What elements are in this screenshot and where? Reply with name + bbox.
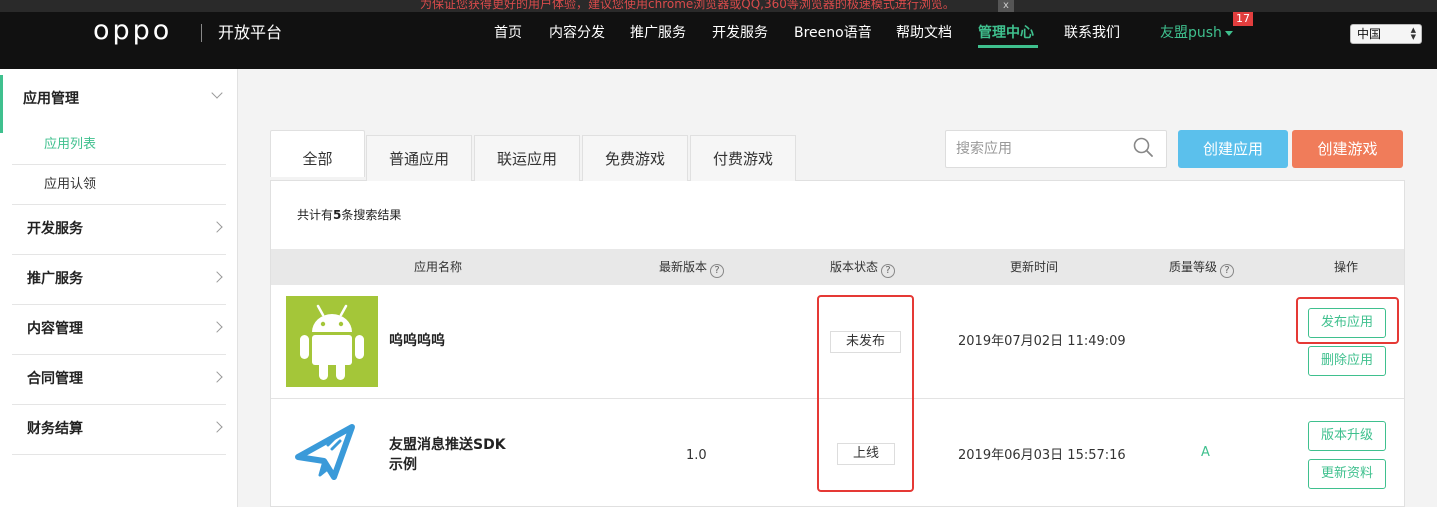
help-icon[interactable]: ? xyxy=(710,264,725,278)
column-header-version: 最新版本? xyxy=(659,260,725,278)
column-header-app-name: 应用名称 xyxy=(414,260,463,274)
status-highlight-box xyxy=(817,295,914,492)
nav-active-underline xyxy=(978,45,1038,48)
chevron-right-icon xyxy=(211,221,223,233)
nav-breeno[interactable]: Breeno语音 xyxy=(794,24,872,42)
select-arrows-icon: ▲ ▼ xyxy=(1410,26,1416,41)
result-prefix: 共计有 xyxy=(297,208,334,222)
upgrade-version-button[interactable]: 版本升级 xyxy=(1308,421,1386,451)
region-select[interactable]: 中国 ▲ ▼ xyxy=(1350,24,1422,44)
sidebar-group-label: 财务结算 xyxy=(27,421,83,437)
column-header-actions: 操作 xyxy=(1334,260,1359,274)
update-time: 2019年06月03日 15:57:16 xyxy=(958,448,1126,463)
region-value: 中国 xyxy=(1357,27,1382,41)
sidebar-group-label: 合同管理 xyxy=(27,371,83,387)
app-name-continued[interactable]: 示例 xyxy=(389,456,417,475)
sidebar-group-label: 内容管理 xyxy=(27,321,83,337)
push-menu-label: 友盟push xyxy=(1160,25,1222,41)
notification-badge: 17 xyxy=(1233,12,1253,26)
paper-plane-icon xyxy=(295,424,355,480)
platform-title[interactable]: 开放平台 xyxy=(218,23,282,43)
sidebar-group-label: 开发服务 xyxy=(27,221,83,237)
update-time: 2019年07月02日 11:49:09 xyxy=(958,334,1126,349)
help-icon[interactable]: ? xyxy=(881,264,896,278)
sidebar-divider xyxy=(12,164,226,165)
sidebar-group-promotion[interactable]: 推广服务 xyxy=(0,255,238,305)
sidebar-divider xyxy=(12,454,226,455)
update-info-button[interactable]: 更新资料 xyxy=(1308,459,1386,489)
sidebar-group-label: 应用管理 xyxy=(23,91,79,107)
chevron-right-icon xyxy=(211,321,223,333)
quality-grade: A xyxy=(1201,445,1210,460)
android-robot-icon xyxy=(300,304,364,380)
chevron-right-icon xyxy=(211,371,223,383)
chevron-down-icon xyxy=(211,87,223,99)
result-count: 共计有5条搜索结果 xyxy=(297,207,401,223)
chevron-right-icon xyxy=(211,271,223,283)
sidebar-group-dev-services[interactable]: 开发服务 xyxy=(0,205,238,255)
top-header: 为保证您获得更好的用户体验，建议您使用chrome浏览器或QQ,360等浏览器的… xyxy=(0,0,1437,69)
sidebar-group-contract[interactable]: 合同管理 xyxy=(0,355,238,405)
browser-notice-text: 为保证您获得更好的用户体验，建议您使用chrome浏览器或QQ,360等浏览器的… xyxy=(420,0,955,11)
notice-close-button[interactable]: x xyxy=(998,0,1014,12)
nav-content-distribution[interactable]: 内容分发 xyxy=(549,24,605,42)
nav-help-docs[interactable]: 帮助文档 xyxy=(896,24,952,42)
nav-dev-services[interactable]: 开发服务 xyxy=(712,24,768,42)
create-app-button[interactable]: 创建应用 xyxy=(1178,130,1288,168)
tab-free-games[interactable]: 免费游戏 xyxy=(582,135,688,181)
app-name[interactable]: 呜呜呜呜 xyxy=(389,332,445,351)
nav-contact[interactable]: 联系我们 xyxy=(1064,24,1120,42)
search-icon[interactable] xyxy=(1133,137,1153,157)
column-header-status: 版本状态? xyxy=(830,260,896,278)
push-menu[interactable]: 友盟push xyxy=(1160,24,1233,42)
logo-divider xyxy=(201,24,202,42)
sidebar-group-app-management[interactable]: 应用管理 xyxy=(0,75,238,125)
tab-paid-games[interactable]: 付费游戏 xyxy=(690,135,796,181)
sidebar-group-finance[interactable]: 财务结算 xyxy=(0,405,238,455)
nav-management-center[interactable]: 管理中心 xyxy=(978,24,1034,42)
sidebar-group-label: 推广服务 xyxy=(27,271,83,287)
tab-normal-apps[interactable]: 普通应用 xyxy=(366,135,472,181)
caret-down-icon xyxy=(1224,30,1233,36)
browser-notice-bar: 为保证您获得更好的用户体验，建议您使用chrome浏览器或QQ,360等浏览器的… xyxy=(0,0,1437,12)
column-header-label: 最新版本 xyxy=(659,260,708,274)
publish-highlight-box xyxy=(1296,297,1399,344)
oppo-logo[interactable]: oppo xyxy=(93,16,172,46)
tab-all[interactable]: 全部 xyxy=(270,130,365,177)
help-icon[interactable]: ? xyxy=(1220,264,1235,278)
chevron-right-icon xyxy=(211,421,223,433)
latest-version: 1.0 xyxy=(686,448,707,463)
result-suffix: 条搜索结果 xyxy=(341,208,402,222)
sidebar-item-app-claim[interactable]: 应用认领 xyxy=(44,177,96,193)
android-icon xyxy=(286,296,378,387)
search-input[interactable] xyxy=(956,139,1126,159)
column-header-label: 版本状态 xyxy=(830,260,879,274)
column-header-quality: 质量等级? xyxy=(1169,260,1235,278)
column-header-update-time: 更新时间 xyxy=(1010,260,1059,274)
tab-joint-apps[interactable]: 联运应用 xyxy=(474,135,580,181)
app-name[interactable]: 友盟消息推送SDK xyxy=(389,436,506,455)
create-game-button[interactable]: 创建游戏 xyxy=(1292,130,1403,168)
nav-promotion[interactable]: 推广服务 xyxy=(630,24,686,42)
nav-home[interactable]: 首页 xyxy=(494,24,522,42)
sidebar: 应用管理 应用列表 应用认领 开发服务 推广服务 内容管理 合同管理 财务结算 xyxy=(0,69,238,507)
sidebar-item-app-list[interactable]: 应用列表 xyxy=(44,137,96,153)
sidebar-group-content[interactable]: 内容管理 xyxy=(0,305,238,355)
delete-app-button[interactable]: 删除应用 xyxy=(1308,346,1386,376)
column-header-label: 质量等级 xyxy=(1169,260,1218,274)
